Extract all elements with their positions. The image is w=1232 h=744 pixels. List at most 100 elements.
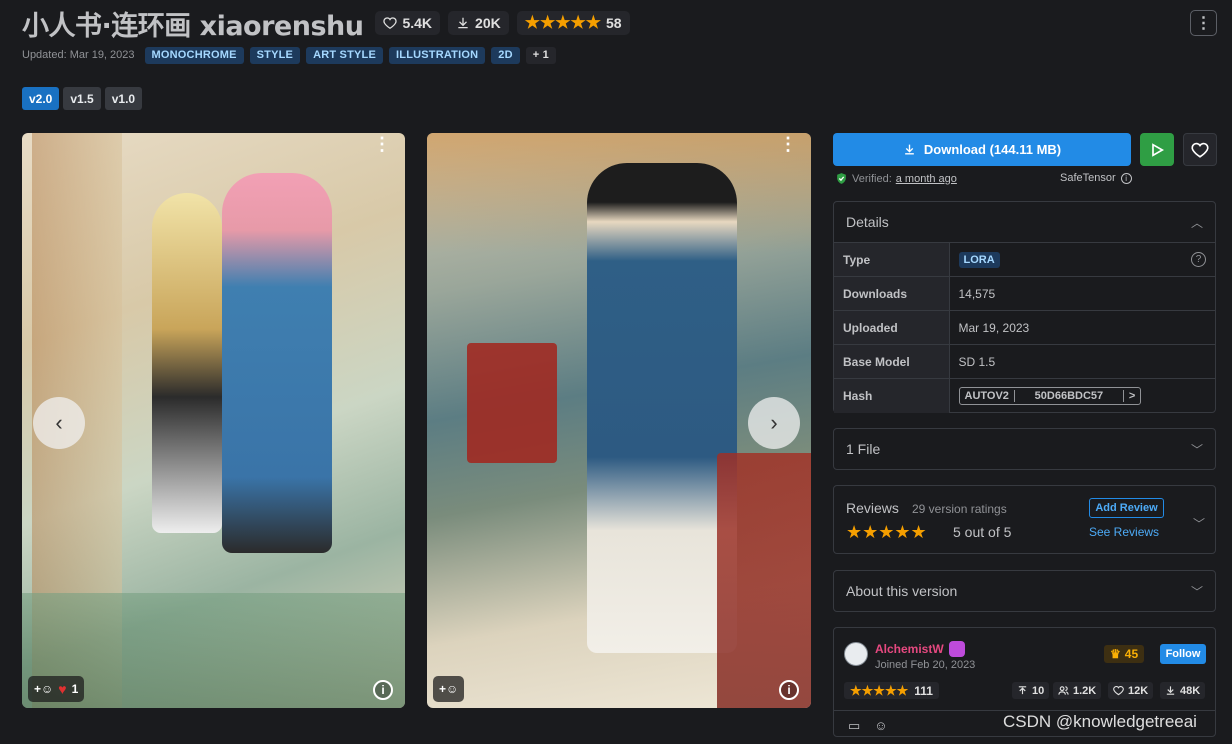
creator-name-row[interactable]: AlchemistW	[875, 641, 965, 657]
crown-icon: ♛	[1110, 647, 1121, 661]
detail-key: Base Model	[834, 344, 950, 379]
model-header: 小人书·连环画 xiaorenshu 5.4K 20K ★★★★★ 58	[22, 6, 630, 42]
favorite-button[interactable]	[1183, 133, 1217, 166]
creator-name[interactable]: AlchemistW	[875, 642, 944, 656]
rating-chip[interactable]: ★★★★★ 58	[516, 11, 630, 35]
info-icon[interactable]: i	[1120, 172, 1132, 184]
discord-icon[interactable]: ☺	[874, 718, 887, 734]
dots-vertical-icon: ⋮	[1195, 15, 1212, 32]
verified-time-link[interactable]: a month ago	[896, 173, 957, 185]
uploads-count: 10	[1032, 684, 1045, 697]
creator-rating-count: 111	[914, 683, 933, 698]
divider	[834, 710, 1215, 711]
rank-value: 45	[1124, 647, 1139, 661]
chevron-down-icon: ﹀	[1190, 442, 1203, 457]
illustration-figure	[467, 343, 557, 463]
avatar[interactable]	[844, 642, 868, 666]
illustration-figure	[222, 173, 332, 553]
next-image-button[interactable]: ›	[748, 397, 800, 449]
files-panel[interactable]: 1 File ﹀	[833, 428, 1216, 470]
illustration-figure	[587, 163, 737, 653]
image-menu-icon[interactable]: ⋮	[779, 135, 797, 153]
tag[interactable]: STYLE	[249, 46, 301, 64]
likes-count: 12K	[1128, 684, 1149, 697]
hash-box[interactable]: AUTOV2 50D66BDC57 >	[958, 386, 1142, 405]
hash-next-button[interactable]: >	[1124, 390, 1140, 402]
download-button[interactable]: Download (144.11 MB)	[833, 133, 1131, 166]
chevron-left-icon: ‹	[55, 410, 63, 435]
detail-value: AUTOV2 50D66BDC57 >	[949, 378, 1215, 413]
version-tab[interactable]: v1.0	[104, 87, 143, 110]
likes-count: 5.4K	[402, 15, 433, 31]
camera-icon[interactable]: ▭	[848, 718, 860, 734]
gallery-image-1[interactable]: ⋮ ‹ +☺ ♥ 1 i	[22, 133, 405, 708]
run-button[interactable]	[1140, 133, 1174, 166]
version-tab[interactable]: v1.5	[63, 87, 101, 110]
add-review-button[interactable]: Add Review	[1089, 498, 1164, 518]
detail-value: SD 1.5	[949, 344, 1215, 379]
uploads-stat: 10	[1012, 682, 1050, 699]
table-row: Downloads 14,575	[834, 276, 1215, 311]
reaction-bar[interactable]: +☺ ♥ 1	[28, 676, 85, 702]
image-menu-icon[interactable]: ⋮	[373, 135, 391, 153]
details-header[interactable]: Details ︿	[834, 202, 1215, 242]
ratings-count: 29 version ratings	[912, 502, 1007, 516]
tag[interactable]: ART STYLE	[306, 46, 384, 64]
heart-icon	[1113, 685, 1124, 696]
prev-image-button[interactable]: ‹	[33, 397, 85, 449]
hash-type[interactable]: AUTOV2	[960, 390, 1014, 402]
download-icon	[458, 17, 468, 29]
about-title: About this version	[846, 583, 958, 599]
detail-value: Mar 19, 2023	[949, 310, 1215, 345]
more-options-button[interactable]: ⋮	[1190, 10, 1217, 36]
files-title: 1 File	[846, 441, 881, 457]
detail-key: Downloads	[834, 276, 950, 311]
downloads-chip: 20K	[448, 11, 509, 35]
followers-count: 1.2K	[1073, 684, 1097, 697]
version-tabs: v2.0 v1.5 v1.0	[22, 87, 143, 110]
table-row: Type LORA ?	[834, 242, 1215, 277]
files-header[interactable]: 1 File ﹀	[834, 429, 1215, 469]
heart-icon: ♥	[58, 681, 67, 697]
info-icon[interactable]: i	[373, 680, 393, 700]
rating-summary: 5 out of 5	[953, 524, 1012, 540]
rank-badge: ♛ 45	[1104, 645, 1145, 663]
detail-key: Hash	[834, 378, 950, 413]
tag[interactable]: 2D	[491, 46, 520, 64]
upload-icon	[1018, 686, 1027, 695]
downloads-count: 48K	[1180, 684, 1201, 697]
downloads-count: 20K	[475, 15, 501, 31]
about-header[interactable]: About this version ﹀	[834, 571, 1215, 611]
detail-key: Type	[834, 242, 950, 277]
illustration-figure	[152, 193, 222, 533]
hash-value[interactable]: 50D66BDC57	[1013, 389, 1124, 402]
verified-status: Verified: a month ago	[835, 172, 957, 185]
rating-count: 58	[605, 15, 622, 31]
version-tab[interactable]: v2.0	[22, 87, 60, 110]
download-icon	[1166, 686, 1175, 695]
table-row: Uploaded Mar 19, 2023	[834, 310, 1215, 345]
gallery-image-2[interactable]: ⋮ › +☺ i	[427, 133, 811, 708]
creator-stars: ★★★★★	[850, 682, 909, 698]
add-reaction-icon[interactable]: +☺	[439, 682, 458, 696]
creator-links: ▭ ☺	[848, 718, 888, 734]
tag[interactable]: MONOCHROME	[144, 46, 244, 64]
reviews-title: Reviews	[846, 500, 899, 516]
help-icon[interactable]: ?	[1191, 252, 1206, 267]
updated-date: Updated: Mar 19, 2023	[22, 49, 135, 61]
creator-rating: ★★★★★ 111	[844, 682, 939, 699]
more-tags-button[interactable]: + 1	[525, 46, 556, 64]
verified-prefix: Verified:	[852, 172, 892, 185]
add-reaction-icon[interactable]: +☺	[34, 682, 53, 696]
about-panel[interactable]: About this version ﹀	[833, 570, 1216, 612]
info-icon[interactable]: i	[779, 680, 799, 700]
follow-button[interactable]: Follow	[1160, 644, 1206, 664]
tag[interactable]: ILLUSTRATION	[389, 46, 486, 64]
reaction-bar[interactable]: +☺	[433, 676, 465, 702]
type-badge: LORA	[958, 252, 1000, 268]
download-icon	[905, 144, 914, 155]
see-reviews-link[interactable]: See Reviews	[1089, 525, 1159, 539]
likes-chip[interactable]: 5.4K	[375, 11, 441, 35]
chevron-down-icon[interactable]: ﹀	[1193, 515, 1205, 532]
detail-value: LORA ?	[949, 242, 1215, 277]
